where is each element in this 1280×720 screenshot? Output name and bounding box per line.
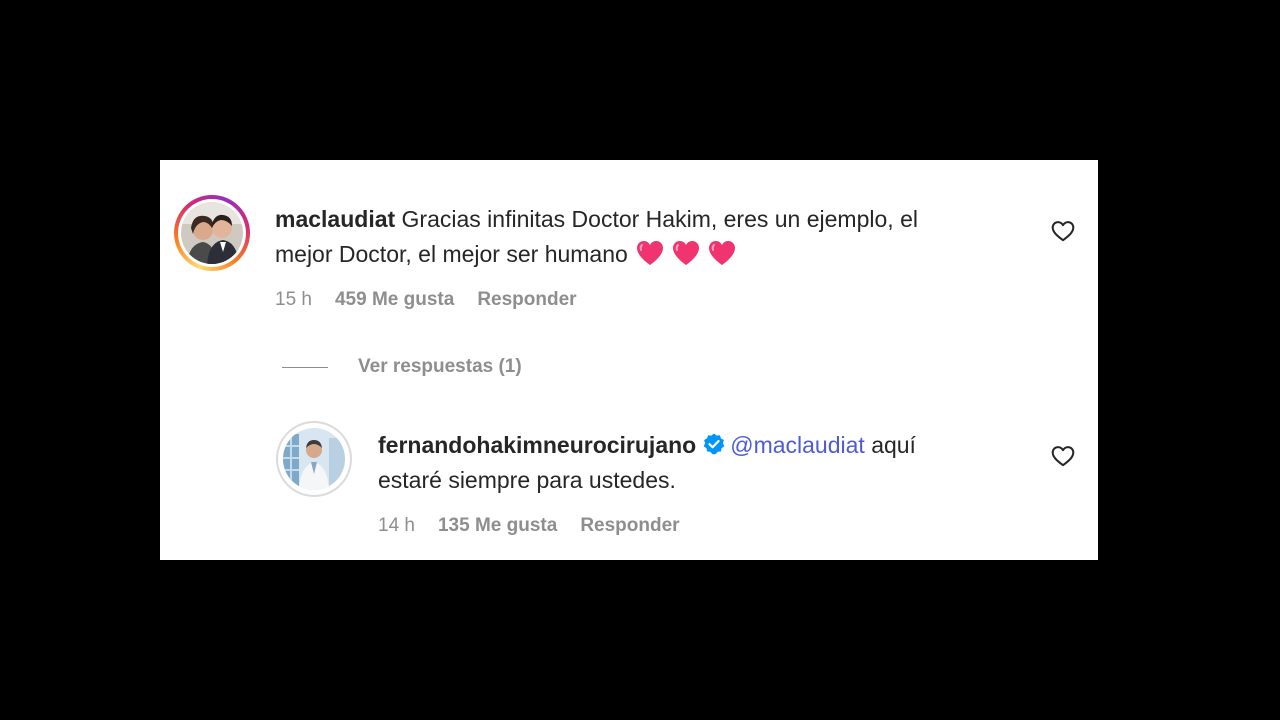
view-replies-toggle[interactable]: Ver respuestas (1): [282, 356, 522, 378]
replies-divider-line: [282, 366, 328, 368]
comment-text: Gracias infinitas Doctor Hakim, eres un …: [401, 206, 918, 232]
reply-body: fernandohakimneurocirujano @maclaudiat aq…: [378, 428, 1028, 498]
comment-likes-count[interactable]: 459 Me gusta: [335, 289, 454, 311]
avatar[interactable]: [174, 195, 250, 271]
reply-timestamp[interactable]: 14 h: [378, 515, 415, 537]
reply-meta: 14 h 135 Me gusta Responder: [378, 515, 680, 537]
comment-timestamp[interactable]: 15 h: [275, 289, 312, 311]
reply-username[interactable]: fernandohakimneurocirujano: [378, 432, 696, 458]
reply-likes-count[interactable]: 135 Me gusta: [438, 515, 557, 537]
like-heart-icon[interactable]: [1050, 218, 1076, 244]
comments-panel: maclaudiat Gracias infinitas Doctor Haki…: [160, 160, 1098, 560]
reply-button[interactable]: Responder: [580, 515, 679, 537]
comment-body: maclaudiat Gracias infinitas Doctor Haki…: [275, 202, 1035, 272]
avatar-photo-image: [181, 202, 243, 264]
like-heart-icon[interactable]: [1050, 443, 1076, 469]
user-mention-link[interactable]: @maclaudiat: [730, 432, 865, 458]
comment-username[interactable]: maclaudiat: [275, 206, 395, 232]
reply-text: aquí: [871, 432, 916, 458]
view-replies-label[interactable]: Ver respuestas (1): [358, 356, 522, 378]
comment-meta: 15 h 459 Me gusta Responder: [275, 289, 577, 311]
verified-badge-icon: [703, 433, 725, 455]
reply-text-line2: estaré siempre para ustedes.: [378, 467, 676, 493]
comment-text-line2: mejor Doctor, el mejor ser humano: [275, 241, 628, 267]
pink-heart-emoji-icon: [708, 241, 735, 265]
avatar-photo-image: [283, 428, 345, 490]
reply-button[interactable]: Responder: [477, 289, 576, 311]
avatar[interactable]: [276, 421, 352, 497]
pink-heart-emoji-icon: [672, 241, 699, 265]
pink-heart-emoji-icon: [636, 241, 663, 265]
